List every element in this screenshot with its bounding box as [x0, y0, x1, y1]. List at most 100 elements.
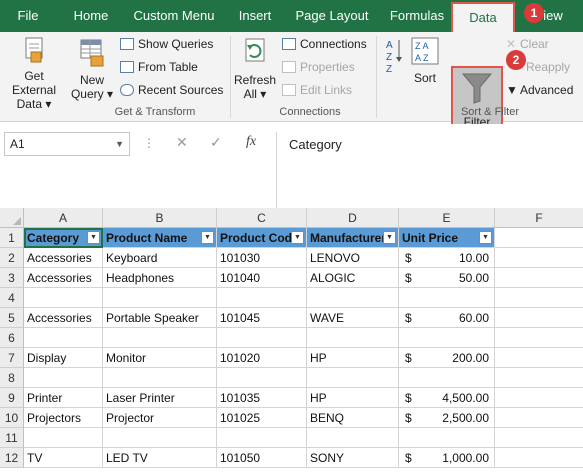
- table-cell[interactable]: TV: [24, 448, 103, 468]
- table-cell[interactable]: Portable Speaker: [103, 308, 217, 328]
- table-cell[interactable]: [24, 428, 103, 448]
- table-header-product-name[interactable]: Product Name ▼: [103, 228, 217, 248]
- table-cell[interactable]: [217, 288, 307, 308]
- tab-file[interactable]: File: [10, 0, 46, 32]
- table-cell[interactable]: [24, 288, 103, 308]
- row-header[interactable]: 8: [0, 368, 24, 388]
- row-header[interactable]: 7: [0, 348, 24, 368]
- cell[interactable]: [495, 368, 583, 388]
- reapply-button[interactable]: Reapply: [526, 58, 570, 76]
- filter-dropdown-icon[interactable]: ▼: [291, 231, 304, 244]
- column-header-d[interactable]: D: [307, 208, 399, 228]
- column-header-b[interactable]: B: [103, 208, 217, 228]
- from-table-button[interactable]: From Table: [120, 58, 198, 76]
- table-cell-price[interactable]: [399, 328, 495, 348]
- table-cell[interactable]: 101045: [217, 308, 307, 328]
- table-cell[interactable]: Projectors: [24, 408, 103, 428]
- cell[interactable]: [495, 388, 583, 408]
- table-cell[interactable]: Accessories: [24, 268, 103, 288]
- table-cell[interactable]: WAVE: [307, 308, 399, 328]
- table-cell[interactable]: Accessories: [24, 248, 103, 268]
- table-cell[interactable]: [24, 368, 103, 388]
- table-cell[interactable]: Keyboard: [103, 248, 217, 268]
- cell[interactable]: [495, 288, 583, 308]
- table-cell-price[interactable]: $2,500.00: [399, 408, 495, 428]
- table-cell-price[interactable]: $50.00: [399, 268, 495, 288]
- table-cell[interactable]: [217, 368, 307, 388]
- tab-custom-menu[interactable]: Custom Menu: [128, 0, 220, 32]
- row-header[interactable]: 4: [0, 288, 24, 308]
- column-header-c[interactable]: C: [217, 208, 307, 228]
- formula-input[interactable]: Category: [276, 132, 583, 208]
- table-cell[interactable]: Projector: [103, 408, 217, 428]
- table-cell-price[interactable]: [399, 288, 495, 308]
- tab-formulas[interactable]: Formulas: [386, 0, 448, 32]
- filter-dropdown-icon[interactable]: ▼: [479, 231, 492, 244]
- cell[interactable]: [495, 268, 583, 288]
- cancel-x-icon[interactable]: ✕: [176, 134, 188, 151]
- cell[interactable]: [495, 308, 583, 328]
- tab-home[interactable]: Home: [66, 0, 116, 32]
- table-cell-price[interactable]: $60.00: [399, 308, 495, 328]
- sort-a-z-button[interactable]: A Z Z: [384, 36, 404, 79]
- table-cell[interactable]: [217, 428, 307, 448]
- column-header-e[interactable]: E: [399, 208, 495, 228]
- table-cell[interactable]: [24, 328, 103, 348]
- table-cell[interactable]: LED TV: [103, 448, 217, 468]
- table-header-category[interactable]: Category ▼: [24, 228, 103, 248]
- table-cell[interactable]: [307, 288, 399, 308]
- cell[interactable]: [495, 448, 583, 468]
- table-cell[interactable]: ALOGIC: [307, 268, 399, 288]
- show-queries-button[interactable]: Show Queries: [120, 35, 213, 53]
- row-header[interactable]: 3: [0, 268, 24, 288]
- cell[interactable]: [495, 348, 583, 368]
- row-header[interactable]: 12: [0, 448, 24, 468]
- tab-data[interactable]: Data: [451, 2, 515, 32]
- row-header[interactable]: 5: [0, 308, 24, 328]
- table-cell[interactable]: [307, 368, 399, 388]
- column-header-f[interactable]: F: [495, 208, 583, 228]
- row-header[interactable]: 6: [0, 328, 24, 348]
- clear-button[interactable]: ✕ Clear: [506, 35, 549, 53]
- table-cell[interactable]: Accessories: [24, 308, 103, 328]
- new-query-button[interactable]: New Query ▾: [70, 36, 114, 101]
- sort-button[interactable]: Z A A Z Sort: [406, 36, 444, 85]
- table-cell[interactable]: [217, 328, 307, 348]
- table-cell[interactable]: Display: [24, 348, 103, 368]
- table-cell[interactable]: Laser Printer: [103, 388, 217, 408]
- table-cell[interactable]: LENOVO: [307, 248, 399, 268]
- row-header[interactable]: 10: [0, 408, 24, 428]
- table-cell-price[interactable]: $1,000.00: [399, 448, 495, 468]
- get-external-data-button[interactable]: Get External Data ▾: [2, 36, 66, 111]
- table-cell-price[interactable]: $10.00: [399, 248, 495, 268]
- tab-insert[interactable]: Insert: [232, 0, 278, 32]
- select-all-corner[interactable]: [0, 208, 24, 228]
- table-cell[interactable]: [103, 288, 217, 308]
- recent-sources-button[interactable]: Recent Sources: [120, 81, 223, 99]
- function-fx-icon[interactable]: fx: [246, 134, 256, 150]
- table-cell[interactable]: 101050: [217, 448, 307, 468]
- table-cell-price[interactable]: [399, 368, 495, 388]
- row-header[interactable]: 11: [0, 428, 24, 448]
- cell[interactable]: [495, 428, 583, 448]
- refresh-all-button[interactable]: Refresh All ▾: [232, 36, 278, 101]
- table-cell[interactable]: 101020: [217, 348, 307, 368]
- table-cell[interactable]: 101035: [217, 388, 307, 408]
- table-header-unit-price[interactable]: Unit Price ▼: [399, 228, 495, 248]
- table-cell[interactable]: [307, 428, 399, 448]
- table-cell[interactable]: HP: [307, 388, 399, 408]
- table-cell[interactable]: Headphones: [103, 268, 217, 288]
- table-cell-price[interactable]: [399, 428, 495, 448]
- filter-dropdown-icon[interactable]: ▼: [87, 231, 100, 244]
- name-box[interactable]: A1 ▼: [4, 132, 130, 156]
- cell[interactable]: [495, 248, 583, 268]
- table-cell[interactable]: HP: [307, 348, 399, 368]
- table-cell[interactable]: [103, 368, 217, 388]
- properties-button[interactable]: Properties: [282, 58, 355, 76]
- advanced-button[interactable]: ▼ Advanced: [506, 81, 573, 99]
- table-cell[interactable]: BENQ: [307, 408, 399, 428]
- confirm-check-icon[interactable]: ✓: [210, 134, 222, 151]
- cell[interactable]: [495, 328, 583, 348]
- filter-dropdown-icon[interactable]: ▼: [383, 231, 396, 244]
- column-header-a[interactable]: A: [24, 208, 103, 228]
